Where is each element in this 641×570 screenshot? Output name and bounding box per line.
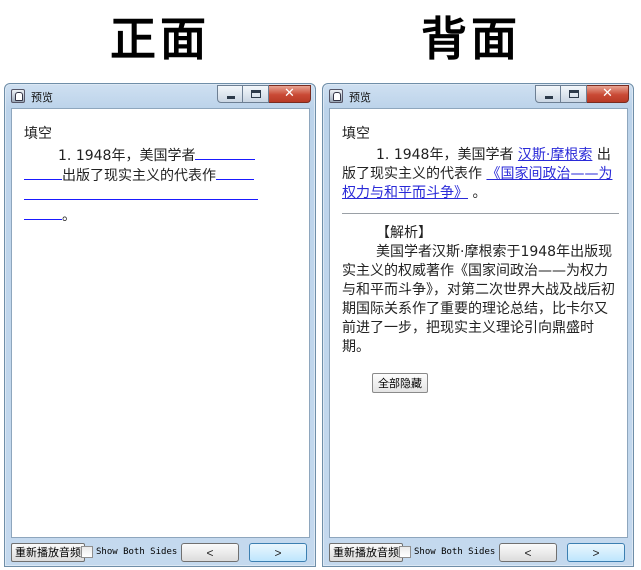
close-button[interactable]: ✕	[269, 85, 311, 103]
preview-window-back: 预览 ✕ 填空 1. 1948年，美国学者 汉斯·摩根索 出版了现实主义的代表作…	[322, 83, 634, 567]
window-titlebar[interactable]: 预览 ✕	[5, 84, 315, 108]
divider	[342, 213, 619, 214]
show-both-sides-toggle[interactable]: Show Both Sides	[81, 546, 177, 558]
next-button[interactable]: >	[249, 543, 307, 562]
question-number: 1.	[58, 148, 72, 164]
preview-window-front: 预览 ✕ 填空 1. 1948年，美国学者出版了现实主义的代表作。 重新播放音频…	[4, 83, 316, 567]
question-text-before: 1948年，美国学者	[75, 148, 196, 164]
blank-2-end	[24, 206, 62, 220]
blank-2-continued	[24, 186, 258, 200]
replay-audio-button[interactable]: 重新播放音频	[329, 543, 403, 562]
card-front-content: 填空 1. 1948年，美国学者出版了现实主义的代表作。	[24, 125, 301, 226]
card-content-area: 填空 1. 1948年，美国学者 汉斯·摩根索 出版了现实主义的代表作 《国家间…	[329, 108, 628, 538]
question-text: 1. 1948年，美国学者 汉斯·摩根索 出版了现实主义的代表作 《国家间政治—…	[342, 146, 619, 203]
card-content-area: 填空 1. 1948年，美国学者出版了现实主义的代表作。	[11, 108, 310, 538]
explanation-heading: 【解析】	[376, 225, 432, 241]
replay-audio-button[interactable]: 重新播放音频	[11, 543, 85, 562]
app-icon	[329, 89, 343, 103]
question-number: 1.	[376, 147, 390, 163]
hide-all-button[interactable]: 全部隐藏	[372, 373, 428, 393]
previous-button[interactable]: <	[181, 543, 239, 562]
question-text: 1. 1948年，美国学者出版了现实主义的代表作。	[24, 146, 301, 226]
app-icon	[11, 89, 25, 103]
previous-button[interactable]: <	[499, 543, 557, 562]
window-controls: ✕	[217, 85, 311, 103]
front-side-label: 正面	[110, 12, 210, 66]
back-side-label: 背面	[421, 12, 521, 66]
bottom-toolbar: 重新播放音频 Show Both Sides < >	[11, 541, 310, 563]
close-icon: ✕	[602, 86, 613, 101]
question-text-mid: 出版了现实主义的代表作	[62, 168, 216, 184]
question-text-end: 。	[62, 208, 76, 224]
blank-2	[216, 166, 254, 180]
explanation-text: 美国学者汉斯·摩根索于1948年出版现实主义的权威著作《国家间政治——为权力与和…	[342, 244, 615, 355]
question-type: 填空	[342, 126, 370, 142]
show-both-sides-checkbox[interactable]	[81, 546, 93, 558]
card-back-content: 填空 1. 1948年，美国学者 汉斯·摩根索 出版了现实主义的代表作 《国家间…	[342, 125, 619, 393]
maximize-button[interactable]	[561, 85, 587, 103]
show-both-sides-checkbox[interactable]	[399, 546, 411, 558]
show-both-sides-label: Show Both Sides	[414, 547, 496, 557]
minimize-button[interactable]	[535, 85, 561, 103]
maximize-button[interactable]	[243, 85, 269, 103]
maximize-icon	[251, 90, 261, 98]
bottom-toolbar: 重新播放音频 Show Both Sides < >	[329, 541, 628, 563]
question-type: 填空	[24, 126, 52, 142]
answer-1: 汉斯·摩根索	[517, 147, 593, 163]
window-titlebar[interactable]: 预览 ✕	[323, 84, 633, 108]
question-text-end: 。	[472, 185, 487, 201]
show-both-sides-label: Show Both Sides	[96, 547, 178, 557]
question-text-before: 1948年，美国学者	[393, 147, 514, 163]
minimize-icon	[545, 96, 553, 99]
blank-1-continued	[24, 166, 62, 180]
minimize-button[interactable]	[217, 85, 243, 103]
next-button[interactable]: >	[567, 543, 625, 562]
window-title: 预览	[349, 91, 371, 104]
close-button[interactable]: ✕	[587, 85, 629, 103]
window-controls: ✕	[535, 85, 629, 103]
minimize-icon	[227, 96, 235, 99]
close-icon: ✕	[284, 86, 295, 101]
show-both-sides-toggle[interactable]: Show Both Sides	[399, 546, 495, 558]
window-title: 预览	[31, 91, 53, 104]
maximize-icon	[569, 90, 579, 98]
blank-1	[195, 146, 256, 160]
